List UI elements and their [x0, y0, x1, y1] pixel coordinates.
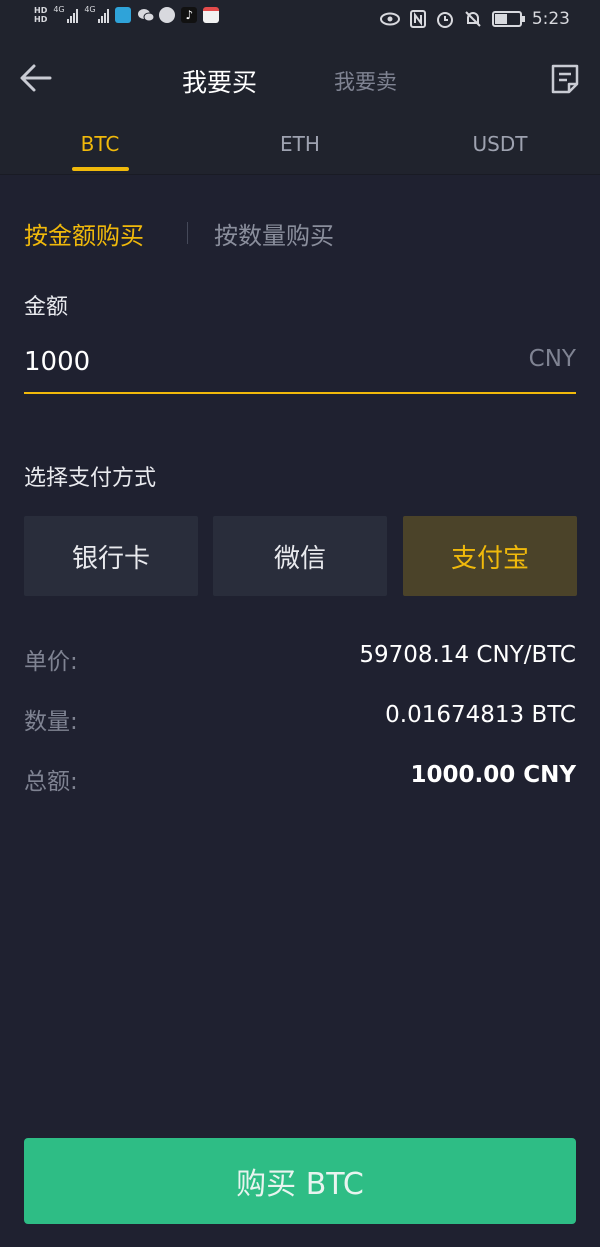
quantity-label: 数量: — [24, 709, 78, 735]
wechat-icon — [137, 7, 155, 23]
document-icon — [551, 64, 579, 94]
tab-buy[interactable]: 我要买 — [182, 63, 257, 99]
buy-by-amount-tab[interactable]: 按金额购买 — [24, 216, 144, 251]
pay-alipay-button[interactable]: 支付宝 — [403, 516, 577, 596]
pay-bank-card-button[interactable]: 银行卡 — [24, 516, 198, 596]
amount-label: 金额 — [24, 295, 69, 320]
tab-usdt[interactable]: USDT — [455, 132, 545, 156]
tiktok-icon: ♪ — [181, 7, 198, 23]
coin-tabs: BTC ETH USDT — [0, 112, 600, 175]
amount-unit: CNY — [528, 346, 576, 372]
arrow-left-icon — [20, 64, 52, 92]
battery-icon — [491, 11, 525, 27]
status-bar: HD HD 4G 4G ♪ 5:23 — [0, 0, 600, 44]
tab-sell[interactable]: 我要卖 — [334, 66, 397, 96]
tab-eth[interactable]: ETH — [260, 132, 340, 156]
amount-underline — [24, 392, 576, 394]
telegram-icon — [115, 7, 132, 23]
total-value: 1000.00 CNY — [410, 762, 576, 788]
orders-button[interactable] — [550, 63, 580, 95]
eye-icon — [379, 12, 400, 26]
signal-2-icon: 4G — [84, 5, 110, 23]
clock: 5:23 — [531, 9, 570, 29]
location-icon — [159, 7, 176, 23]
total-label: 总额: — [24, 769, 78, 795]
network-type-1: 4G — [53, 5, 65, 14]
amount-input[interactable] — [24, 340, 444, 384]
active-tab-indicator — [72, 167, 129, 171]
payment-method-label: 选择支付方式 — [24, 466, 157, 491]
nfc-icon — [409, 10, 426, 28]
quantity-value: 0.01674813 BTC — [385, 702, 576, 728]
hd-indicator: HD HD — [34, 6, 47, 24]
hd-label-2: HD — [34, 15, 48, 24]
back-button[interactable] — [18, 62, 54, 94]
network-type-2: 4G — [84, 5, 96, 14]
signal-1-icon: 4G — [53, 5, 79, 23]
app-icon — [203, 7, 220, 23]
alarm-icon — [436, 12, 453, 28]
tab-btc[interactable]: BTC — [60, 132, 140, 156]
buy-by-quantity-tab[interactable]: 按数量购买 — [214, 216, 334, 251]
buy-btc-button[interactable]: 购买 BTC — [24, 1138, 576, 1224]
unit-price-label: 单价: — [24, 649, 78, 675]
hd-label-1: HD — [34, 6, 48, 15]
pay-wechat-button[interactable]: 微信 — [213, 516, 387, 596]
mute-icon — [465, 11, 481, 27]
mode-divider — [187, 222, 188, 244]
unit-price-value: 59708.14 CNY/BTC — [359, 642, 576, 668]
top-bar: 我要买 我要卖 — [0, 44, 600, 112]
